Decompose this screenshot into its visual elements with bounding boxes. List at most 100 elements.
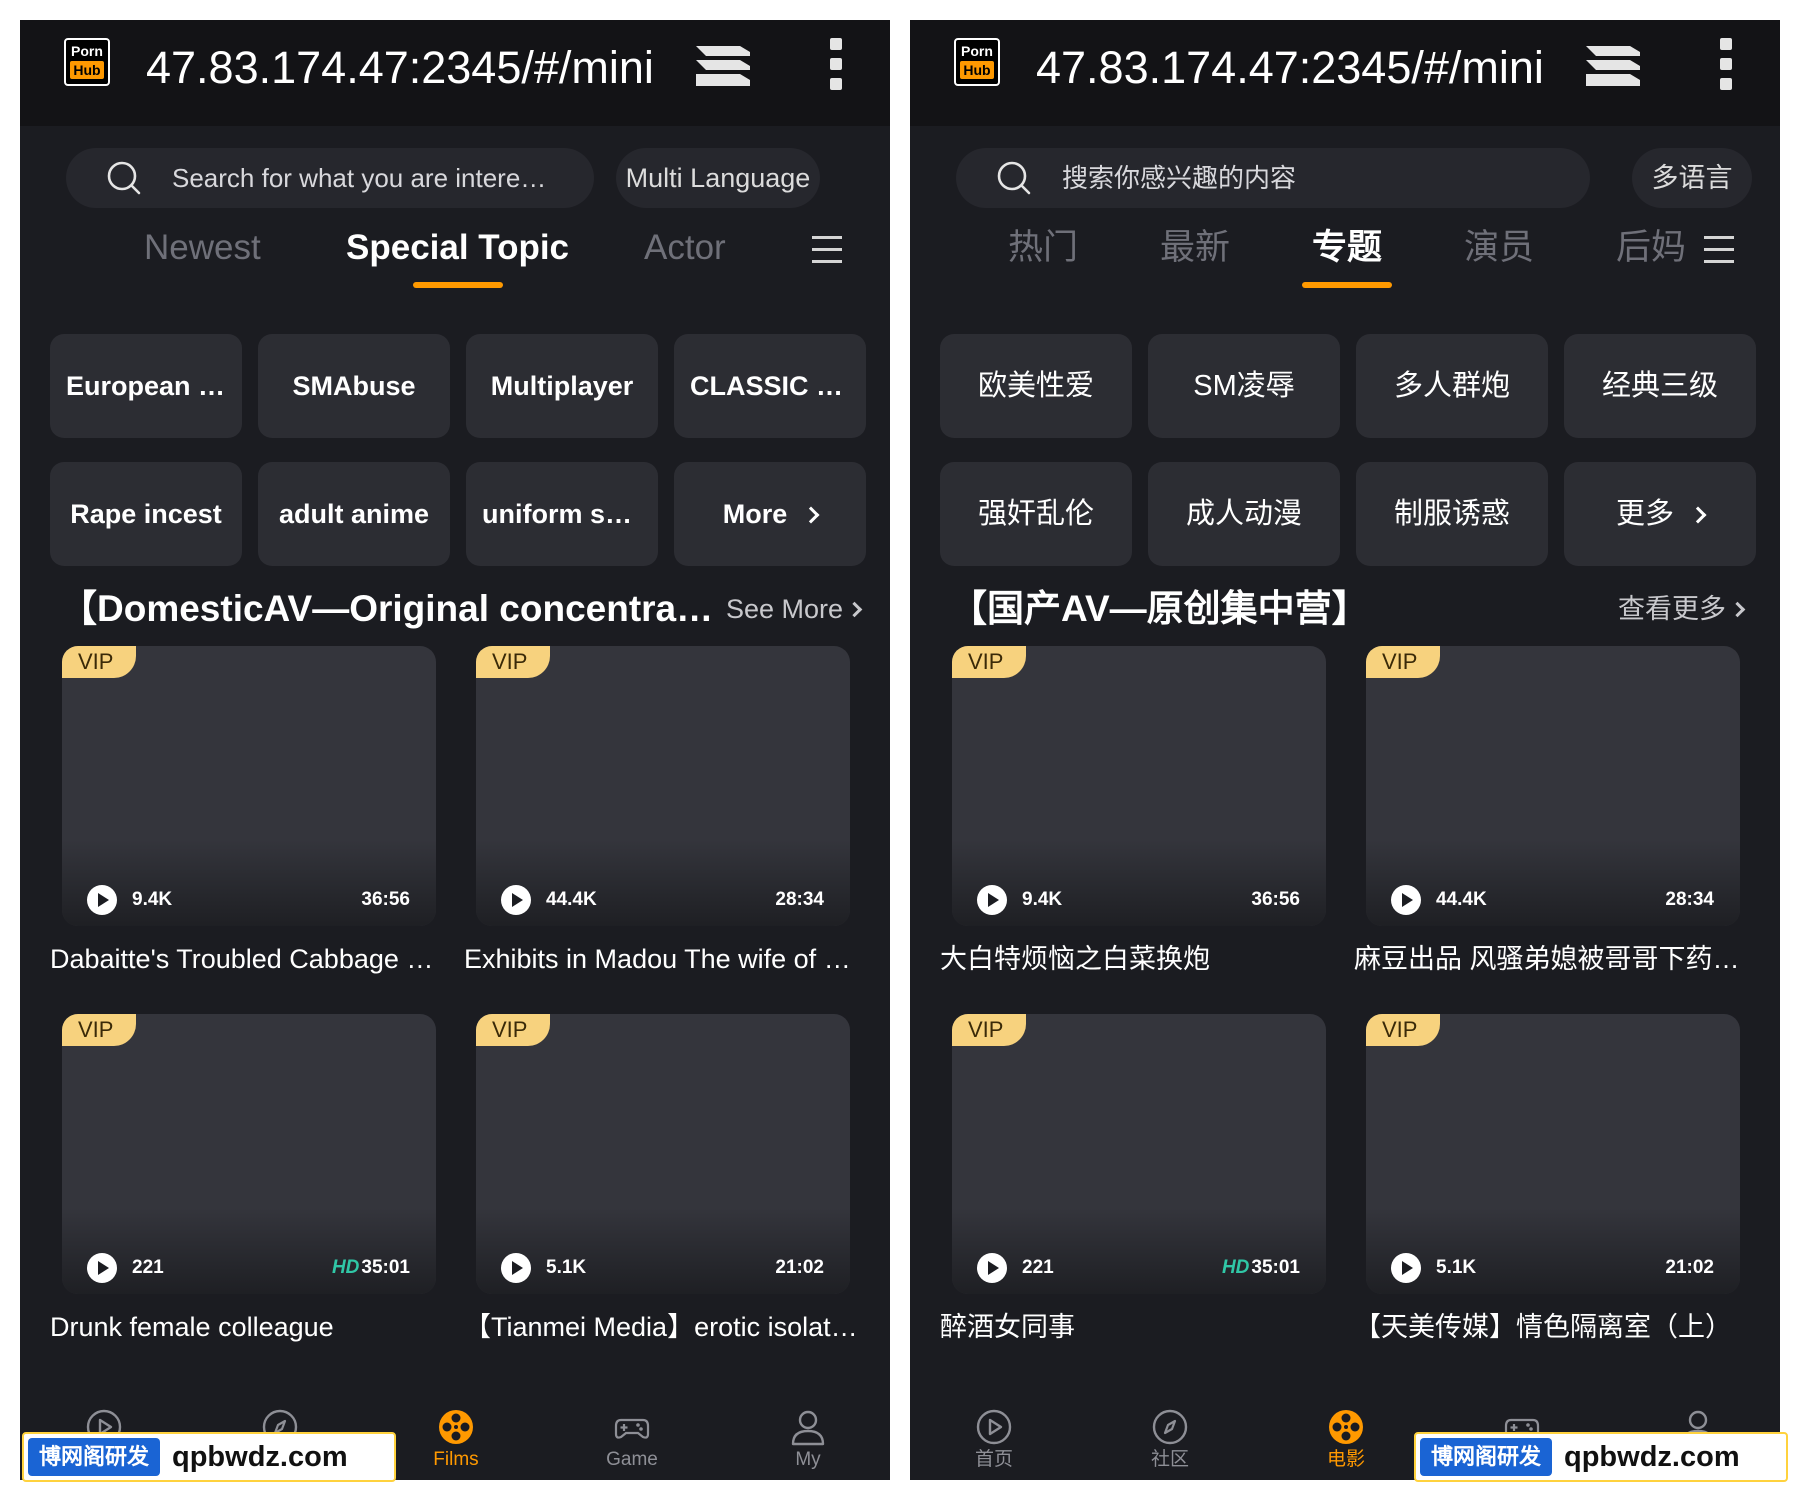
tab-stepmom[interactable]: 后妈 — [1616, 220, 1686, 276]
video-card[interactable]: VIP 9.4K 36:56 大白特烦恼之白菜换炮 — [940, 646, 1326, 978]
category-menu-icon[interactable] — [1702, 234, 1736, 266]
browser-menu-icon[interactable] — [828, 38, 844, 94]
video-card[interactable]: VIP 44.4K 28:34 麻豆出品 风骚弟媳被哥哥下药迷奸 — [1354, 646, 1748, 978]
video-title[interactable]: 【天美传媒】情色隔离室（上） — [1354, 1308, 1748, 1346]
topic-chip[interactable]: SMAbuse — [258, 334, 450, 438]
chevron-right-icon — [802, 506, 820, 524]
tabs-switcher-icon[interactable] — [692, 42, 754, 90]
category-tabs: Newest Special Topic Actor — [20, 220, 890, 300]
duration-text: 35:01 — [361, 1257, 410, 1278]
video-thumbnail[interactable]: VIP 9.4K 36:56 — [62, 646, 436, 926]
video-card[interactable]: VIP 5.1K 21:02 【Tianmei Media】erotic iso… — [464, 1014, 858, 1346]
category-menu-icon[interactable] — [810, 234, 844, 266]
browser-address-bar: Porn Hub 47.83.174.47:2345/#/mini — [910, 20, 1780, 126]
topic-chip[interactable]: 强奸乱伦 — [940, 462, 1132, 566]
nav-item-films[interactable]: 电影 — [1286, 1408, 1406, 1472]
video-title[interactable]: 【Tianmei Media】erotic isolation room — [464, 1308, 858, 1346]
video-thumbnail[interactable]: VIP 221 HD 35:01 — [62, 1014, 436, 1294]
category-tabs: 热门 最新 专题 演员 后妈 — [910, 220, 1780, 300]
video-thumbnail[interactable]: VIP 221 HD 35:01 — [952, 1014, 1326, 1294]
phone-screen-chinese: Porn Hub 47.83.174.47:2345/#/mini 搜索你感兴趣… — [910, 20, 1780, 1480]
hd-badge: HD — [1221, 1257, 1250, 1278]
video-thumbnail[interactable]: VIP 44.4K 28:34 — [476, 646, 850, 926]
nav-item-my[interactable]: My — [748, 1408, 868, 1472]
video-card[interactable]: VIP 5.1K 21:02 【天美传媒】情色隔离室（上） — [1354, 1014, 1740, 1346]
nav-item-community[interactable]: 社区 — [1110, 1408, 1230, 1472]
topic-chip[interactable]: European and American sex — [50, 334, 242, 438]
topic-chip[interactable]: 欧美性爱 — [940, 334, 1132, 438]
url-field[interactable]: 47.83.174.47:2345/#/mini — [146, 40, 662, 96]
topic-chip[interactable]: uniform seduction — [466, 462, 658, 566]
see-more-link[interactable]: See More — [726, 582, 863, 636]
view-count: 9.4K — [1022, 889, 1063, 910]
see-more-link[interactable]: 查看更多 — [1618, 582, 1746, 636]
view-count: 44.4K — [546, 889, 597, 910]
tab-special-topic[interactable]: 专题 — [1302, 220, 1392, 288]
video-thumbnail[interactable]: VIP 5.1K 21:02 — [476, 1014, 850, 1294]
tab-hot[interactable]: 热门 — [1008, 220, 1078, 276]
site-logo[interactable]: Porn Hub — [954, 38, 1000, 86]
video-card[interactable]: VIP 221 HD 35:01 醉酒女同事 — [940, 1014, 1326, 1346]
tab-actor[interactable]: Actor — [644, 220, 726, 276]
topic-chip[interactable]: 多人群炮 — [1356, 334, 1548, 438]
video-title[interactable]: Dabaitte's Troubled Cabbage Cannon — [50, 940, 444, 978]
topic-more-button[interactable]: More — [674, 462, 866, 566]
search-input[interactable]: Search for what you are interested in — [66, 148, 594, 208]
nav-label: 电影 — [1326, 1449, 1365, 1470]
vip-badge: VIP — [1366, 1014, 1440, 1046]
topic-chip[interactable]: 制服诱惑 — [1356, 462, 1548, 566]
topic-chip[interactable]: CLASSIC LEVEL III — [674, 334, 866, 438]
browser-menu-icon[interactable] — [1718, 38, 1734, 94]
topic-chip[interactable]: 经典三级 — [1564, 334, 1756, 438]
user-icon — [791, 1410, 825, 1446]
logo-text-top: Porn — [961, 43, 993, 59]
video-duration: 28:34 — [773, 884, 824, 916]
tab-special-topic[interactable]: Special Topic — [346, 220, 569, 288]
nav-item-home[interactable]: 首页 — [934, 1408, 1054, 1472]
video-thumbnail[interactable]: VIP 9.4K 36:56 — [952, 646, 1326, 926]
multi-language-button[interactable]: 多语言 — [1632, 148, 1752, 208]
video-title[interactable]: 麻豆出品 风骚弟媳被哥哥下药迷奸 — [1354, 940, 1748, 978]
tabs-switcher-icon[interactable] — [1582, 42, 1644, 90]
video-card[interactable]: VIP 44.4K 28:34 Exhibits in Madou The wi… — [464, 646, 858, 978]
view-count: 9.4K — [132, 889, 173, 910]
vip-badge: VIP — [62, 1014, 136, 1046]
nav-item-films[interactable]: Films — [396, 1408, 516, 1472]
topic-more-button[interactable]: 更多 — [1564, 462, 1756, 566]
watermark-site: qpbwdz.com — [1564, 1441, 1740, 1473]
logo-text-bottom: Hub — [960, 61, 994, 79]
duration-text: 36:56 — [361, 889, 410, 910]
multi-language-button[interactable]: Multi Language — [616, 148, 820, 208]
logo-text-top: Porn — [71, 43, 103, 59]
chevron-right-icon — [1689, 506, 1707, 524]
topic-chip[interactable]: SM凌辱 — [1148, 334, 1340, 438]
vip-badge: VIP — [1366, 646, 1440, 678]
search-input[interactable]: 搜索你感兴趣的内容 — [956, 148, 1590, 208]
search-icon — [997, 161, 1031, 195]
nav-item-game[interactable]: Game — [572, 1408, 692, 1472]
video-title[interactable]: Exhibits in Madou The wife of the — [464, 940, 858, 978]
phone-screen-english: Porn Hub 47.83.174.47:2345/#/mini Search… — [20, 20, 890, 1480]
video-duration: 36:56 — [1249, 884, 1300, 916]
video-title[interactable]: Drunk female colleague — [50, 1308, 444, 1346]
topic-chip[interactable]: 成人动漫 — [1148, 462, 1340, 566]
video-card[interactable]: VIP 9.4K 36:56 Dabaitte's Troubled Cabba… — [50, 646, 444, 978]
url-field[interactable]: 47.83.174.47:2345/#/mini — [1036, 40, 1552, 96]
video-card[interactable]: VIP 221 HD 35:01 Drunk female colleague — [50, 1014, 436, 1346]
video-title[interactable]: 大白特烦恼之白菜换炮 — [940, 940, 1334, 978]
hd-badge: HD — [331, 1257, 360, 1278]
tab-newest[interactable]: Newest — [144, 220, 261, 276]
video-title[interactable]: 醉酒女同事 — [940, 1308, 1334, 1346]
topic-chip[interactable]: Multiplayer — [466, 334, 658, 438]
video-thumbnail[interactable]: VIP 5.1K 21:02 — [1366, 1014, 1740, 1294]
play-circle-icon — [976, 1409, 1012, 1445]
view-count: 221 — [132, 1257, 164, 1278]
topic-chip[interactable]: adult anime — [258, 462, 450, 566]
nav-label: Films — [433, 1449, 479, 1470]
tab-actor[interactable]: 演员 — [1464, 220, 1534, 276]
tab-newest[interactable]: 最新 — [1160, 220, 1230, 276]
video-thumbnail[interactable]: VIP 44.4K 28:34 — [1366, 646, 1740, 926]
topic-chip[interactable]: Rape incest — [50, 462, 242, 566]
duration-text: 35:01 — [1251, 1257, 1300, 1278]
site-logo[interactable]: Porn Hub — [64, 38, 110, 86]
